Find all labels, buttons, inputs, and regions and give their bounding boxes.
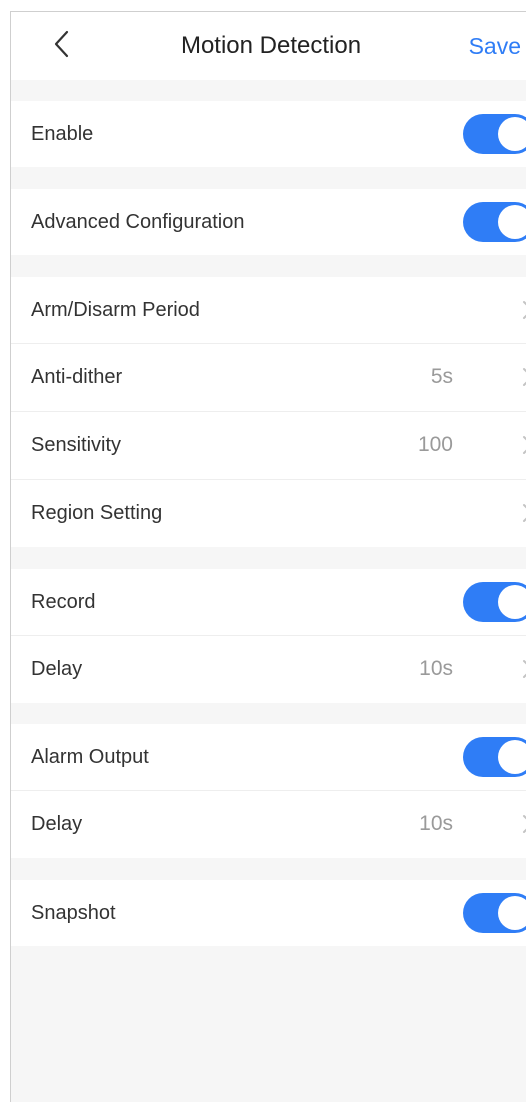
chevron-right-icon xyxy=(523,301,526,319)
alarm-delay-row[interactable]: Delay 10s xyxy=(11,791,526,858)
page-title: Motion Detection xyxy=(180,32,362,59)
alarm-delay-label: Delay xyxy=(31,813,83,835)
record-delay-row[interactable]: Delay 10s xyxy=(11,636,526,703)
record-delay-value: 10s xyxy=(419,657,453,680)
back-button[interactable] xyxy=(41,26,81,66)
toggle-knob xyxy=(498,205,526,239)
record-row: Record xyxy=(11,569,526,636)
advanced-configuration-row: Advanced Configuration xyxy=(11,189,526,255)
anti-dither-row[interactable]: Anti-dither 5s xyxy=(11,344,526,412)
save-button[interactable]: Save xyxy=(469,12,521,80)
toggle-knob xyxy=(498,585,526,619)
chevron-right-icon xyxy=(523,815,526,833)
region-setting-row[interactable]: Region Setting xyxy=(11,480,526,547)
enable-toggle[interactable] xyxy=(463,114,526,154)
enable-row: Enable xyxy=(11,101,526,167)
arm-disarm-period-label: Arm/Disarm Period xyxy=(31,299,200,321)
snapshot-toggle[interactable] xyxy=(463,893,526,933)
anti-dither-label: Anti-dither xyxy=(31,366,123,388)
record-label: Record xyxy=(31,591,96,613)
alarm-output-row: Alarm Output xyxy=(11,724,526,791)
screen: Motion Detection Save Enable Advanced Co… xyxy=(10,11,526,1102)
toggle-knob xyxy=(498,896,526,930)
alarm-delay-value: 10s xyxy=(419,812,453,835)
record-delay-label: Delay xyxy=(31,658,83,680)
nav-bar: Motion Detection Save xyxy=(11,12,526,80)
sensitivity-value: 100 xyxy=(417,433,453,456)
sensitivity-label: Sensitivity xyxy=(31,434,122,456)
snapshot-label: Snapshot xyxy=(31,902,116,924)
enable-label: Enable xyxy=(31,123,94,145)
record-toggle[interactable] xyxy=(463,582,526,622)
alarm-output-label: Alarm Output xyxy=(31,746,149,768)
sensitivity-row[interactable]: Sensitivity 100 xyxy=(11,412,526,480)
chevron-left-icon xyxy=(53,30,69,63)
advanced-configuration-toggle[interactable] xyxy=(463,202,526,242)
toggle-knob xyxy=(498,117,526,151)
chevron-right-icon xyxy=(523,436,526,454)
chevron-right-icon xyxy=(523,660,526,678)
snapshot-row: Snapshot xyxy=(11,880,526,946)
anti-dither-value: 5s xyxy=(430,365,453,388)
advanced-configuration-label: Advanced Configuration xyxy=(31,211,245,233)
region-setting-label: Region Setting xyxy=(31,502,163,524)
toggle-knob xyxy=(498,740,526,774)
chevron-right-icon xyxy=(523,368,526,386)
chevron-right-icon xyxy=(523,504,526,522)
alarm-output-toggle[interactable] xyxy=(463,737,526,777)
arm-disarm-period-row[interactable]: Arm/Disarm Period xyxy=(11,277,526,344)
